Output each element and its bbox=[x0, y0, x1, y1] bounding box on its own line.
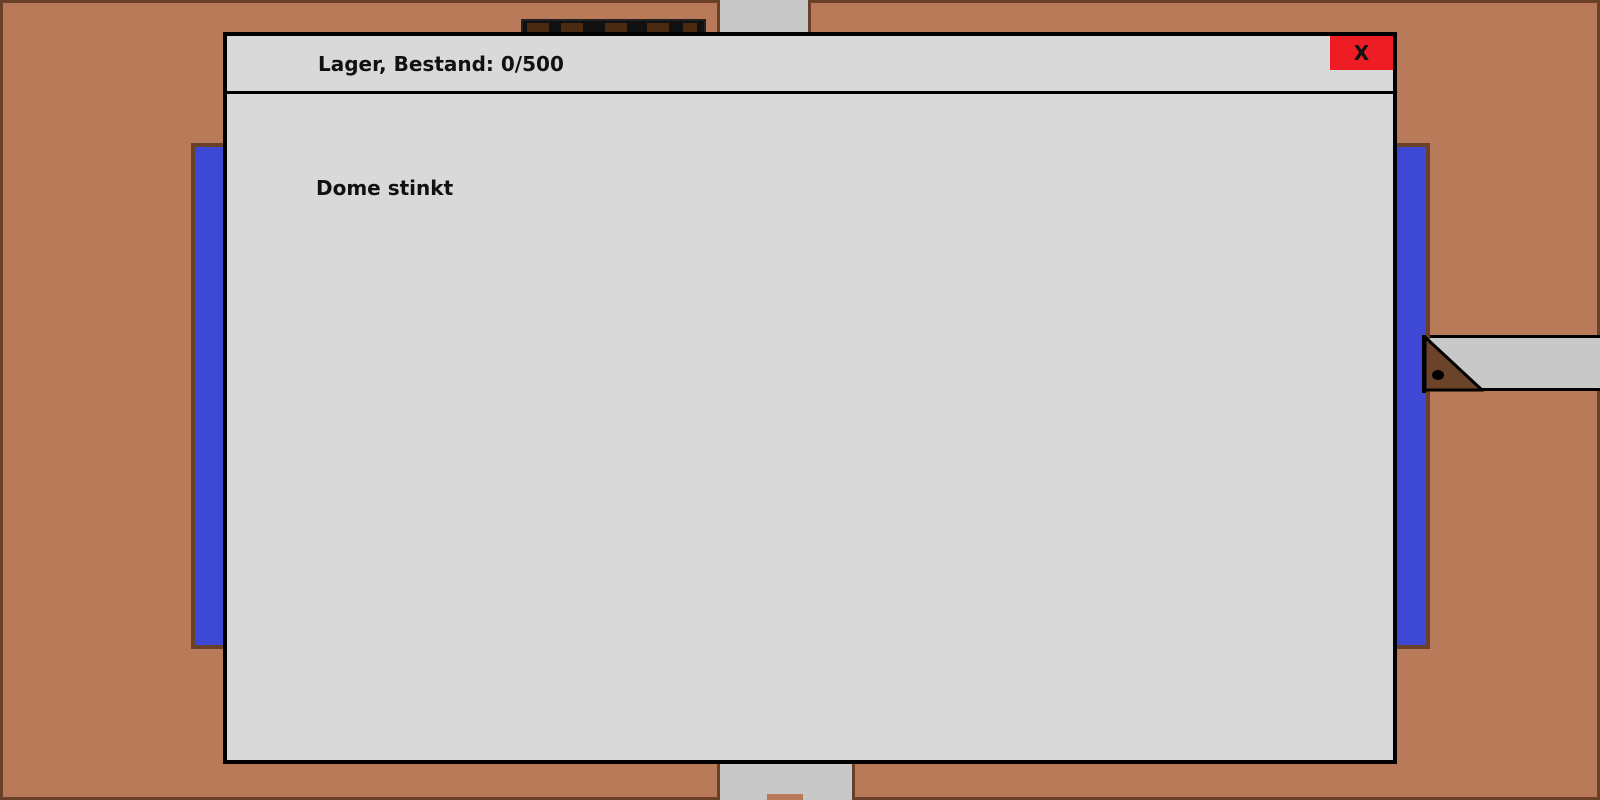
triangle-machine-icon[interactable] bbox=[1422, 335, 1484, 393]
dialog-message: Dome stinkt bbox=[316, 176, 454, 200]
close-button[interactable]: X bbox=[1330, 36, 1393, 70]
storage-dialog: Lager, Bestand: 0/500 X Dome stinkt bbox=[223, 32, 1397, 764]
storage-panel-right[interactable] bbox=[1392, 143, 1430, 649]
corridor-bottom bbox=[717, 762, 855, 800]
corridor-bottom-notch bbox=[767, 794, 803, 800]
dialog-title: Lager, Bestand: 0/500 bbox=[318, 52, 564, 76]
corridor-top bbox=[717, 0, 811, 36]
dialog-header: Lager, Bestand: 0/500 X bbox=[227, 36, 1393, 94]
